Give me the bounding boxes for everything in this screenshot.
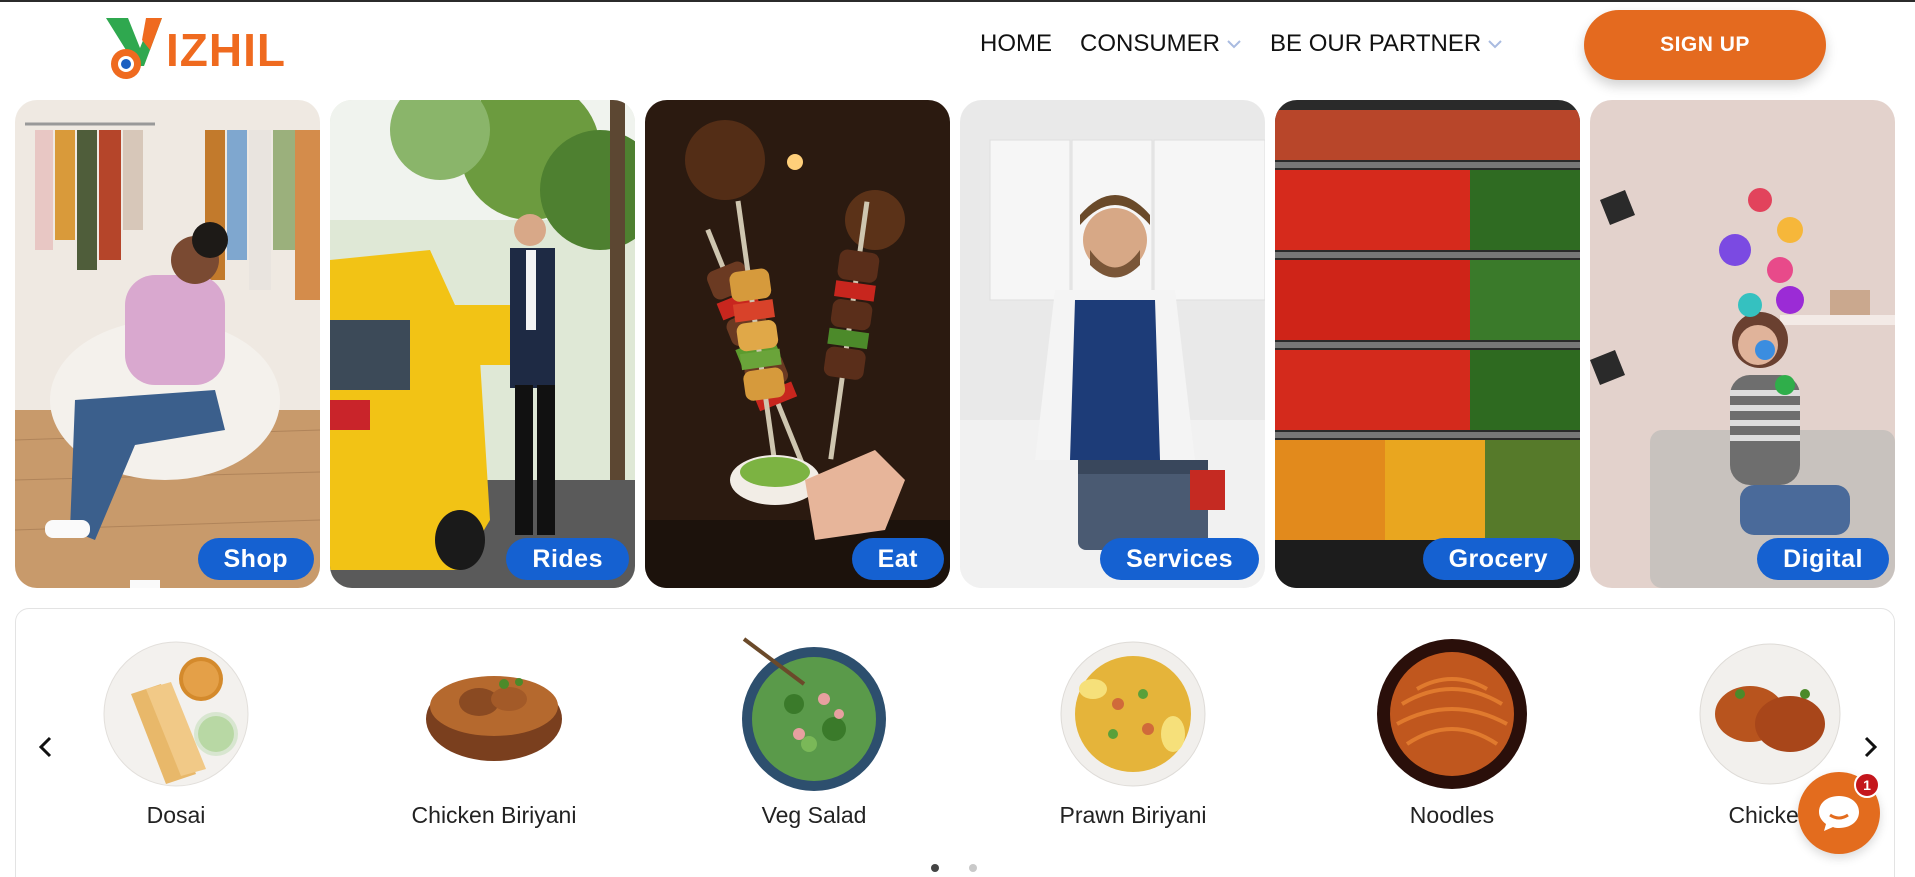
category-label-eat: Eat	[851, 538, 944, 580]
nav-be-our-partner[interactable]: BE OUR PARTNER	[1270, 30, 1503, 58]
main-nav: HOME CONSUMER BE OUR PARTNER	[980, 30, 1531, 58]
category-label-digital: Digital	[1757, 538, 1889, 580]
logo-text: IZHIL	[166, 24, 286, 76]
chicken-image	[1699, 643, 1841, 785]
chevron-right-icon	[1864, 736, 1878, 758]
nav-home-label: HOME	[980, 30, 1052, 57]
food-name: Prawn Biriyani	[1059, 802, 1207, 828]
category-card-rides[interactable]: Rides	[330, 100, 635, 588]
category-card-shop[interactable]: Shop	[15, 100, 320, 588]
carousel-pagination	[931, 864, 977, 872]
food-name: Noodles	[1409, 802, 1495, 828]
carousel-dot-1[interactable]	[931, 864, 939, 872]
services-image	[960, 100, 1265, 588]
chat-bubble-icon	[1819, 796, 1859, 831]
food-name: Veg Salad	[761, 802, 867, 828]
signup-button[interactable]: SIGN UP	[1584, 10, 1826, 80]
chat-badge: 1	[1854, 772, 1880, 798]
site-header: IZHIL HOME CONSUMER BE OUR PARTNER SIGN …	[0, 2, 1915, 94]
nav-consumer-label: CONSUMER	[1080, 30, 1221, 57]
carousel-next-button[interactable]	[1854, 731, 1886, 763]
food-name: Dosai	[146, 802, 206, 828]
category-label-services: Services	[1100, 538, 1259, 580]
digital-image	[1590, 100, 1895, 588]
food-item-dosai[interactable]: Dosai	[46, 634, 306, 844]
category-card-grocery[interactable]: Grocery	[1275, 100, 1580, 588]
veg-salad-image	[742, 637, 886, 791]
carousel-dot-2[interactable]	[969, 864, 977, 872]
category-card-digital[interactable]: Digital	[1590, 100, 1895, 588]
category-label-shop: Shop	[197, 538, 314, 580]
nav-consumer[interactable]: CONSUMER	[1080, 30, 1242, 58]
category-label-grocery: Grocery	[1422, 538, 1574, 580]
category-card-services[interactable]: Services	[960, 100, 1265, 588]
food-item-veg-salad[interactable]: Veg Salad	[684, 634, 944, 844]
rides-image	[330, 100, 635, 588]
nav-partner-label: BE OUR PARTNER	[1270, 30, 1482, 57]
brand-logo[interactable]: IZHIL	[100, 10, 285, 84]
food-item-chicken-biriyani[interactable]: Chicken Biriyani	[364, 634, 624, 844]
category-card-eat[interactable]: Eat	[645, 100, 950, 588]
category-label-rides: Rides	[506, 538, 629, 580]
food-carousel: Dosai Chicken Biriyani Veg Salad Prawn B…	[15, 608, 1895, 877]
chevron-down-icon	[1227, 40, 1241, 49]
grocery-image	[1275, 100, 1580, 588]
noodles-image	[1377, 639, 1527, 789]
nav-home[interactable]: HOME	[980, 30, 1052, 58]
food-name: Chicken Biriyani	[411, 802, 577, 828]
food-item-prawn-biriyani[interactable]: Prawn Biriyani	[1003, 634, 1263, 844]
chicken-biriyani-image	[426, 676, 562, 761]
food-item-noodles[interactable]: Noodles	[1322, 634, 1582, 844]
prawn-biriyani-image	[1060, 641, 1206, 787]
chevron-down-icon	[1488, 40, 1502, 49]
shop-image	[15, 100, 320, 588]
dosai-image	[103, 641, 249, 787]
eat-image	[645, 100, 950, 588]
